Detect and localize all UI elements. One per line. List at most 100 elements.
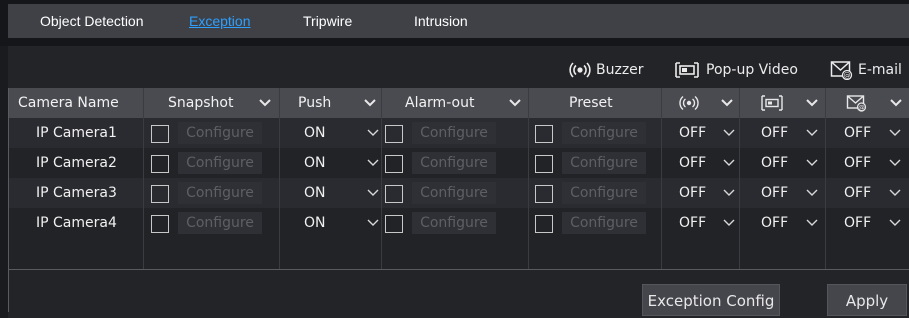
chevron-down-icon[interactable]	[366, 217, 380, 229]
email-icon: @	[846, 95, 867, 112]
push-select[interactable]: ON	[304, 178, 326, 208]
camera-name: IP Camera1	[36, 125, 117, 141]
svg-text:@: @	[844, 72, 851, 80]
alarm-out-checkbox[interactable]	[385, 185, 403, 203]
chevron-down-icon[interactable]	[258, 97, 272, 109]
tab-object-detection[interactable]: Object Detection	[40, 4, 144, 38]
push-select[interactable]: ON	[304, 118, 326, 148]
popup-video-icon	[761, 95, 783, 111]
chevron-down-icon[interactable]	[805, 97, 819, 109]
tab-strip: Object Detection Exception Tripwire Intr…	[8, 4, 909, 38]
chevron-down-icon[interactable]	[508, 97, 522, 109]
tab-tripwire[interactable]: Tripwire	[303, 4, 352, 38]
column-divider	[279, 88, 280, 270]
header-preset: Preset	[569, 95, 613, 111]
column-divider	[143, 88, 144, 270]
exception-config-button[interactable]: Exception Config	[642, 284, 780, 316]
chevron-down-icon[interactable]	[805, 217, 819, 229]
chevron-down-icon[interactable]	[722, 187, 736, 199]
push-select[interactable]: ON	[304, 148, 326, 178]
buzzer-select[interactable]: OFF	[679, 178, 706, 208]
alarm-out-configure-button[interactable]: Configure	[412, 212, 496, 234]
camera-name: IP Camera4	[36, 215, 117, 231]
chevron-down-icon[interactable]	[366, 127, 380, 139]
tab-exception[interactable]: Exception	[189, 4, 250, 38]
chevron-down-icon[interactable]	[889, 97, 903, 109]
chevron-down-icon[interactable]	[366, 157, 380, 169]
preset-configure-button[interactable]: Configure	[562, 182, 646, 204]
email-select[interactable]: OFF	[844, 178, 871, 208]
header-camera-name: Camera Name	[18, 95, 119, 111]
buzzer-select[interactable]: OFF	[679, 148, 706, 178]
chevron-down-icon[interactable]	[888, 127, 902, 139]
preset-checkbox[interactable]	[535, 125, 553, 143]
preset-checkbox[interactable]	[535, 215, 553, 233]
alarm-out-configure-button[interactable]: Configure	[412, 122, 496, 144]
legend-buzzer: Buzzer	[568, 60, 658, 80]
table-bottom-border	[8, 269, 909, 270]
snapshot-checkbox[interactable]	[151, 185, 169, 203]
svg-text:@: @	[858, 103, 865, 111]
chevron-down-icon[interactable]	[888, 157, 902, 169]
apply-button[interactable]: Apply	[827, 284, 907, 316]
snapshot-configure-button[interactable]: Configure	[178, 152, 262, 174]
snapshot-configure-button[interactable]: Configure	[178, 122, 262, 144]
alarm-out-configure-button[interactable]: Configure	[412, 182, 496, 204]
exception-panel: Buzzer Pop-up Video @ E-mail Camera Name…	[8, 46, 909, 318]
tab-intrusion[interactable]: Intrusion	[414, 4, 468, 38]
popup-video-select[interactable]: OFF	[761, 208, 788, 238]
email-select[interactable]: OFF	[844, 118, 871, 148]
legend-buzzer-label: Buzzer	[596, 62, 644, 78]
snapshot-checkbox[interactable]	[151, 155, 169, 173]
popup-video-select[interactable]: OFF	[761, 178, 788, 208]
chevron-down-icon[interactable]	[722, 217, 736, 229]
popup-video-select[interactable]: OFF	[761, 118, 788, 148]
header-alarm-out: Alarm-out	[405, 95, 475, 111]
email-select[interactable]: OFF	[844, 148, 871, 178]
email-icon: @	[830, 61, 853, 80]
snapshot-checkbox[interactable]	[151, 125, 169, 143]
alarm-out-configure-button[interactable]: Configure	[412, 152, 496, 174]
preset-configure-button[interactable]: Configure	[562, 152, 646, 174]
preset-checkbox[interactable]	[535, 185, 553, 203]
snapshot-configure-button[interactable]: Configure	[178, 182, 262, 204]
tab-bar: Object Detection Exception Tripwire Intr…	[0, 0, 909, 46]
email-select[interactable]: OFF	[844, 208, 871, 238]
buzzer-select[interactable]: OFF	[679, 208, 706, 238]
push-select[interactable]: ON	[304, 208, 326, 238]
camera-exception-table: Camera Name Snapshot Push Alarm-out Pres…	[8, 88, 909, 270]
chevron-down-icon[interactable]	[722, 127, 736, 139]
popup-video-icon	[675, 62, 699, 78]
preset-checkbox[interactable]	[535, 155, 553, 173]
table-left-border	[8, 88, 9, 312]
chevron-down-icon[interactable]	[805, 127, 819, 139]
legend-popup-video: Pop-up Video	[674, 60, 814, 80]
chevron-down-icon[interactable]	[363, 97, 377, 109]
column-divider	[661, 88, 662, 270]
popup-video-select[interactable]: OFF	[761, 148, 788, 178]
column-divider	[825, 88, 826, 270]
snapshot-checkbox[interactable]	[151, 215, 169, 233]
alarm-out-checkbox[interactable]	[385, 215, 403, 233]
column-divider	[381, 88, 382, 270]
chevron-down-icon[interactable]	[805, 187, 819, 199]
buzzer-select[interactable]: OFF	[679, 118, 706, 148]
buzzer-icon	[679, 95, 699, 111]
alarm-out-checkbox[interactable]	[385, 155, 403, 173]
chevron-down-icon[interactable]	[722, 157, 736, 169]
chevron-down-icon[interactable]	[366, 187, 380, 199]
snapshot-configure-button[interactable]: Configure	[178, 212, 262, 234]
legend-email-label: E-mail	[858, 62, 902, 78]
chevron-down-icon[interactable]	[720, 97, 734, 109]
preset-configure-button[interactable]: Configure	[562, 122, 646, 144]
chevron-down-icon[interactable]	[888, 217, 902, 229]
alarm-out-checkbox[interactable]	[385, 125, 403, 143]
legend-popup-video-label: Pop-up Video	[706, 62, 798, 78]
legend-email: @ E-mail	[830, 60, 909, 80]
camera-name: IP Camera3	[36, 185, 117, 201]
chevron-down-icon[interactable]	[888, 187, 902, 199]
buzzer-icon	[569, 62, 591, 78]
preset-configure-button[interactable]: Configure	[562, 212, 646, 234]
header-push: Push	[298, 95, 332, 111]
chevron-down-icon[interactable]	[805, 157, 819, 169]
